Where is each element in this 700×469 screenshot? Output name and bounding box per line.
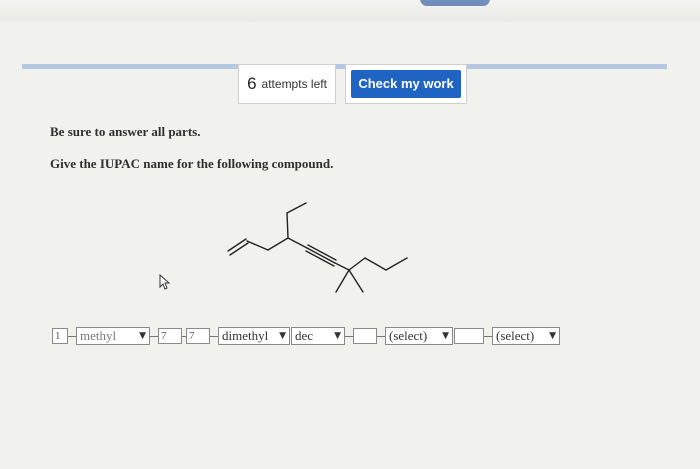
chevron-down-icon: ▼ (139, 331, 146, 341)
chevron-down-icon: ▼ (442, 331, 449, 341)
hyphen (484, 335, 492, 337)
substituent-select-2-value: dimethyl (222, 328, 269, 343)
suffix-select-2-value: (select) (496, 328, 535, 343)
substituent-select-1-value: methyl (80, 328, 117, 343)
chevron-down-icon: ▼ (334, 331, 341, 341)
parent-chain-select-value: dec (295, 328, 314, 343)
chevron-down-icon: ▼ (279, 331, 286, 341)
hyphen (150, 335, 158, 337)
locant-input-5[interactable] (454, 328, 484, 344)
locant-input-3[interactable]: 7 (186, 328, 210, 344)
locant-input-2[interactable]: 7 (158, 328, 182, 344)
iupac-answer-row: 1 methyl ▼ 7 7 dimethyl ▼ dec ▼ (select)… (52, 326, 560, 346)
locant-input-4[interactable] (353, 328, 377, 344)
hyphen (210, 335, 218, 337)
parent-chain-select[interactable]: dec ▼ (291, 327, 345, 345)
chevron-down-icon: ▼ (549, 331, 556, 341)
substituent-select-2[interactable]: dimethyl ▼ (218, 327, 290, 345)
hyphen (345, 335, 353, 337)
hyphen (377, 335, 385, 337)
suffix-select-1[interactable]: (select) ▼ (385, 327, 453, 345)
substituent-select-1[interactable]: methyl ▼ (76, 327, 150, 345)
suffix-select-1-value: (select) (389, 328, 428, 343)
suffix-select-2[interactable]: (select) ▼ (492, 327, 560, 345)
locant-input-1[interactable]: 1 (52, 328, 68, 344)
compound-structure (227, 202, 408, 293)
mouse-pointer-icon (159, 274, 171, 290)
hyphen (68, 335, 76, 337)
